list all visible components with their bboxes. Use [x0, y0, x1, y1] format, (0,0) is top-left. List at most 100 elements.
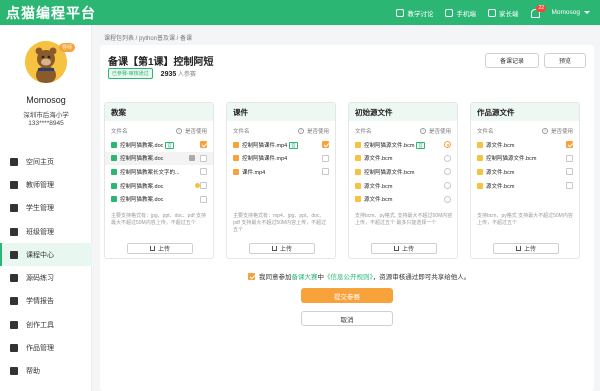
panel-courseware: 课件 文件名 ? 是否使用 控制阿猫课件.mp4 官控制阿猫课件.mp4 课件.mp4…: [226, 102, 336, 259]
sidebar-item-teachers[interactable]: 教师管理: [0, 173, 92, 196]
agreement-checkbox[interactable]: [248, 272, 255, 280]
file-row[interactable]: 源文件.bcm: [349, 152, 457, 166]
file-icon: [233, 155, 239, 162]
panel-initial-source: 初始源文件 文件名 ? 是否使用 控制阿猫源文件.bcm 官源文件.bcm 控制阿猫源…: [348, 102, 458, 259]
breadcrumb[interactable]: 课程包列表 / python普及课 / 备课: [104, 33, 192, 42]
status-badge: 已参赛-审核通过: [108, 68, 153, 79]
sidebar-item-classes[interactable]: 班级管理: [0, 220, 92, 243]
sidebar-item-home[interactable]: 空间主页: [0, 150, 92, 173]
sidebar-item-tools[interactable]: 创作工具: [0, 313, 92, 336]
use-radio[interactable]: [444, 195, 451, 203]
participant-count-value: 2935: [160, 71, 177, 78]
sidebar-item-works[interactable]: 作品管理: [0, 336, 92, 359]
file-row[interactable]: 课件.mp4: [227, 165, 335, 179]
file-row[interactable]: 控制阿猫教案长文字的...: [105, 165, 213, 179]
file-row[interactable]: 控制阿猫教案.doc 官: [105, 138, 213, 152]
file-row[interactable]: 控制阿猫教案.doc: [105, 151, 213, 166]
use-checkbox[interactable]: [200, 195, 207, 203]
file-name: 源文件.bcm: [486, 169, 515, 176]
use-checkbox[interactable]: [322, 154, 329, 162]
main-content: 课程包列表 / python普及课 / 备课 备课【第1课】控制阿短 已参赛-审…: [92, 25, 600, 391]
file-row[interactable]: 源文件.bcm: [471, 165, 579, 179]
prep-record-button[interactable]: 备课记录: [485, 53, 539, 68]
question-icon[interactable]: ?: [175, 128, 182, 134]
col-use: 是否使用: [184, 129, 207, 135]
file-row[interactable]: 控制阿猫课件.mp4: [227, 152, 335, 166]
upload-label: 上传: [279, 247, 292, 253]
file-row[interactable]: 控制阿猫教案.doc: [105, 192, 213, 206]
use-radio[interactable]: [444, 154, 451, 162]
contest-link[interactable]: 备课大赛: [292, 274, 318, 281]
sidebar-item-code-practice[interactable]: 源码练习: [0, 266, 92, 289]
panel-title: 初始源文件: [349, 103, 457, 121]
role-badge: 导师: [58, 43, 75, 52]
upload-hint: 支持bcm、py格式 支持最大不超过50M内容上传，不超过五个: [477, 213, 573, 226]
upload-button[interactable]: 上传: [249, 243, 315, 254]
use-checkbox[interactable]: [200, 168, 207, 176]
use-radio[interactable]: [444, 141, 451, 149]
file-name: 源文件.bcm: [364, 183, 393, 190]
use-checkbox[interactable]: [200, 141, 207, 149]
file-row[interactable]: 控制阿猫源文件.bcm: [349, 165, 457, 179]
panel-lesson-plan: 教案 文件名 ? 是否使用 控制阿猫教案.doc 官控制阿猫教案.doc 控制阿猫教案…: [104, 102, 214, 259]
question-icon[interactable]: ?: [419, 128, 426, 134]
question-icon[interactable]: ?: [541, 128, 548, 134]
upload-icon: [271, 246, 277, 251]
file-row[interactable]: 源文件.bcm: [471, 138, 579, 152]
upload-label: 上传: [401, 247, 414, 253]
rules-link[interactable]: 《信息公开规则》: [324, 274, 373, 281]
app-logo[interactable]: 点猫编程平台: [6, 3, 96, 23]
question-icon[interactable]: ?: [297, 128, 304, 134]
use-radio[interactable]: [444, 168, 451, 176]
topnav-discussion[interactable]: 教学讨论: [396, 8, 433, 18]
use-checkbox[interactable]: [200, 182, 207, 190]
panel-work-source: 作品源文件 文件名 ? 是否使用 源文件.bcm 控制阿猫源文件.bcm 源文件.bc…: [470, 102, 580, 259]
file-row[interactable]: 控制阿猫教案.doc: [105, 179, 213, 193]
profile-school: 深圳市后海小学: [23, 112, 69, 119]
file-row[interactable]: 源文件.bcm: [349, 192, 457, 206]
use-checkbox[interactable]: [566, 168, 573, 176]
upload-button[interactable]: 上传: [371, 243, 437, 254]
file-icon: [233, 141, 239, 148]
file-name: 源文件.bcm: [486, 183, 515, 190]
top-nav: 教学讨论 手机端 家长端 22 Momosog: [396, 0, 590, 25]
topnav-discussion-label: 教学讨论: [407, 10, 434, 18]
parent-icon: [487, 8, 496, 17]
official-tag: 官: [289, 141, 298, 149]
sidebar-item-students[interactable]: 学生管理: [0, 197, 92, 220]
user-menu[interactable]: Momosog: [551, 9, 590, 16]
trash-icon[interactable]: [189, 155, 195, 162]
cancel-button[interactable]: 取消: [301, 311, 393, 326]
file-icon: [111, 141, 117, 148]
use-checkbox[interactable]: [322, 141, 329, 149]
file-name: 控制阿猫教案长文字的...: [120, 169, 180, 176]
upload-label: 上传: [157, 247, 170, 253]
submit-button[interactable]: 提交参赛: [301, 288, 393, 303]
file-icon: [355, 196, 361, 203]
file-list: 控制阿猫教案.doc 官控制阿猫教案.doc 控制阿猫教案长文字的... 控制阿猫教案…: [105, 138, 213, 206]
panel-title: 教案: [105, 103, 213, 121]
use-checkbox[interactable]: [566, 154, 573, 162]
file-name: 控制阿猫源文件.bcm 官: [364, 141, 425, 149]
file-row[interactable]: 控制阿猫课件.mp4 官: [227, 138, 335, 152]
file-row[interactable]: 控制阿猫源文件.bcm 官: [349, 138, 457, 152]
upload-button[interactable]: 上传: [127, 243, 193, 254]
sidebar-item-reports[interactable]: 学情报告: [0, 290, 92, 313]
sidebar-item-course-center[interactable]: 课程中心: [0, 243, 92, 267]
file-row[interactable]: 源文件.bcm: [349, 179, 457, 193]
preview-button[interactable]: 预览: [544, 53, 586, 68]
file-name: 控制阿猫教案.doc 官: [120, 141, 174, 149]
upload-button[interactable]: 上传: [493, 243, 559, 254]
sidebar-item-label: 班级管理: [26, 228, 54, 236]
use-checkbox[interactable]: [322, 168, 329, 176]
use-checkbox[interactable]: [566, 141, 573, 149]
file-row[interactable]: 控制阿猫源文件.bcm: [471, 152, 579, 166]
bell-icon[interactable]: 22: [530, 4, 547, 18]
topnav-mobile[interactable]: 手机端: [445, 8, 476, 18]
topnav-parent[interactable]: 家长端: [487, 8, 518, 18]
file-row[interactable]: 源文件.bcm: [471, 179, 579, 193]
use-radio[interactable]: [444, 182, 451, 190]
sidebar-item-help[interactable]: 帮助: [0, 360, 92, 383]
use-checkbox[interactable]: [566, 182, 573, 190]
use-checkbox[interactable]: [200, 154, 207, 162]
